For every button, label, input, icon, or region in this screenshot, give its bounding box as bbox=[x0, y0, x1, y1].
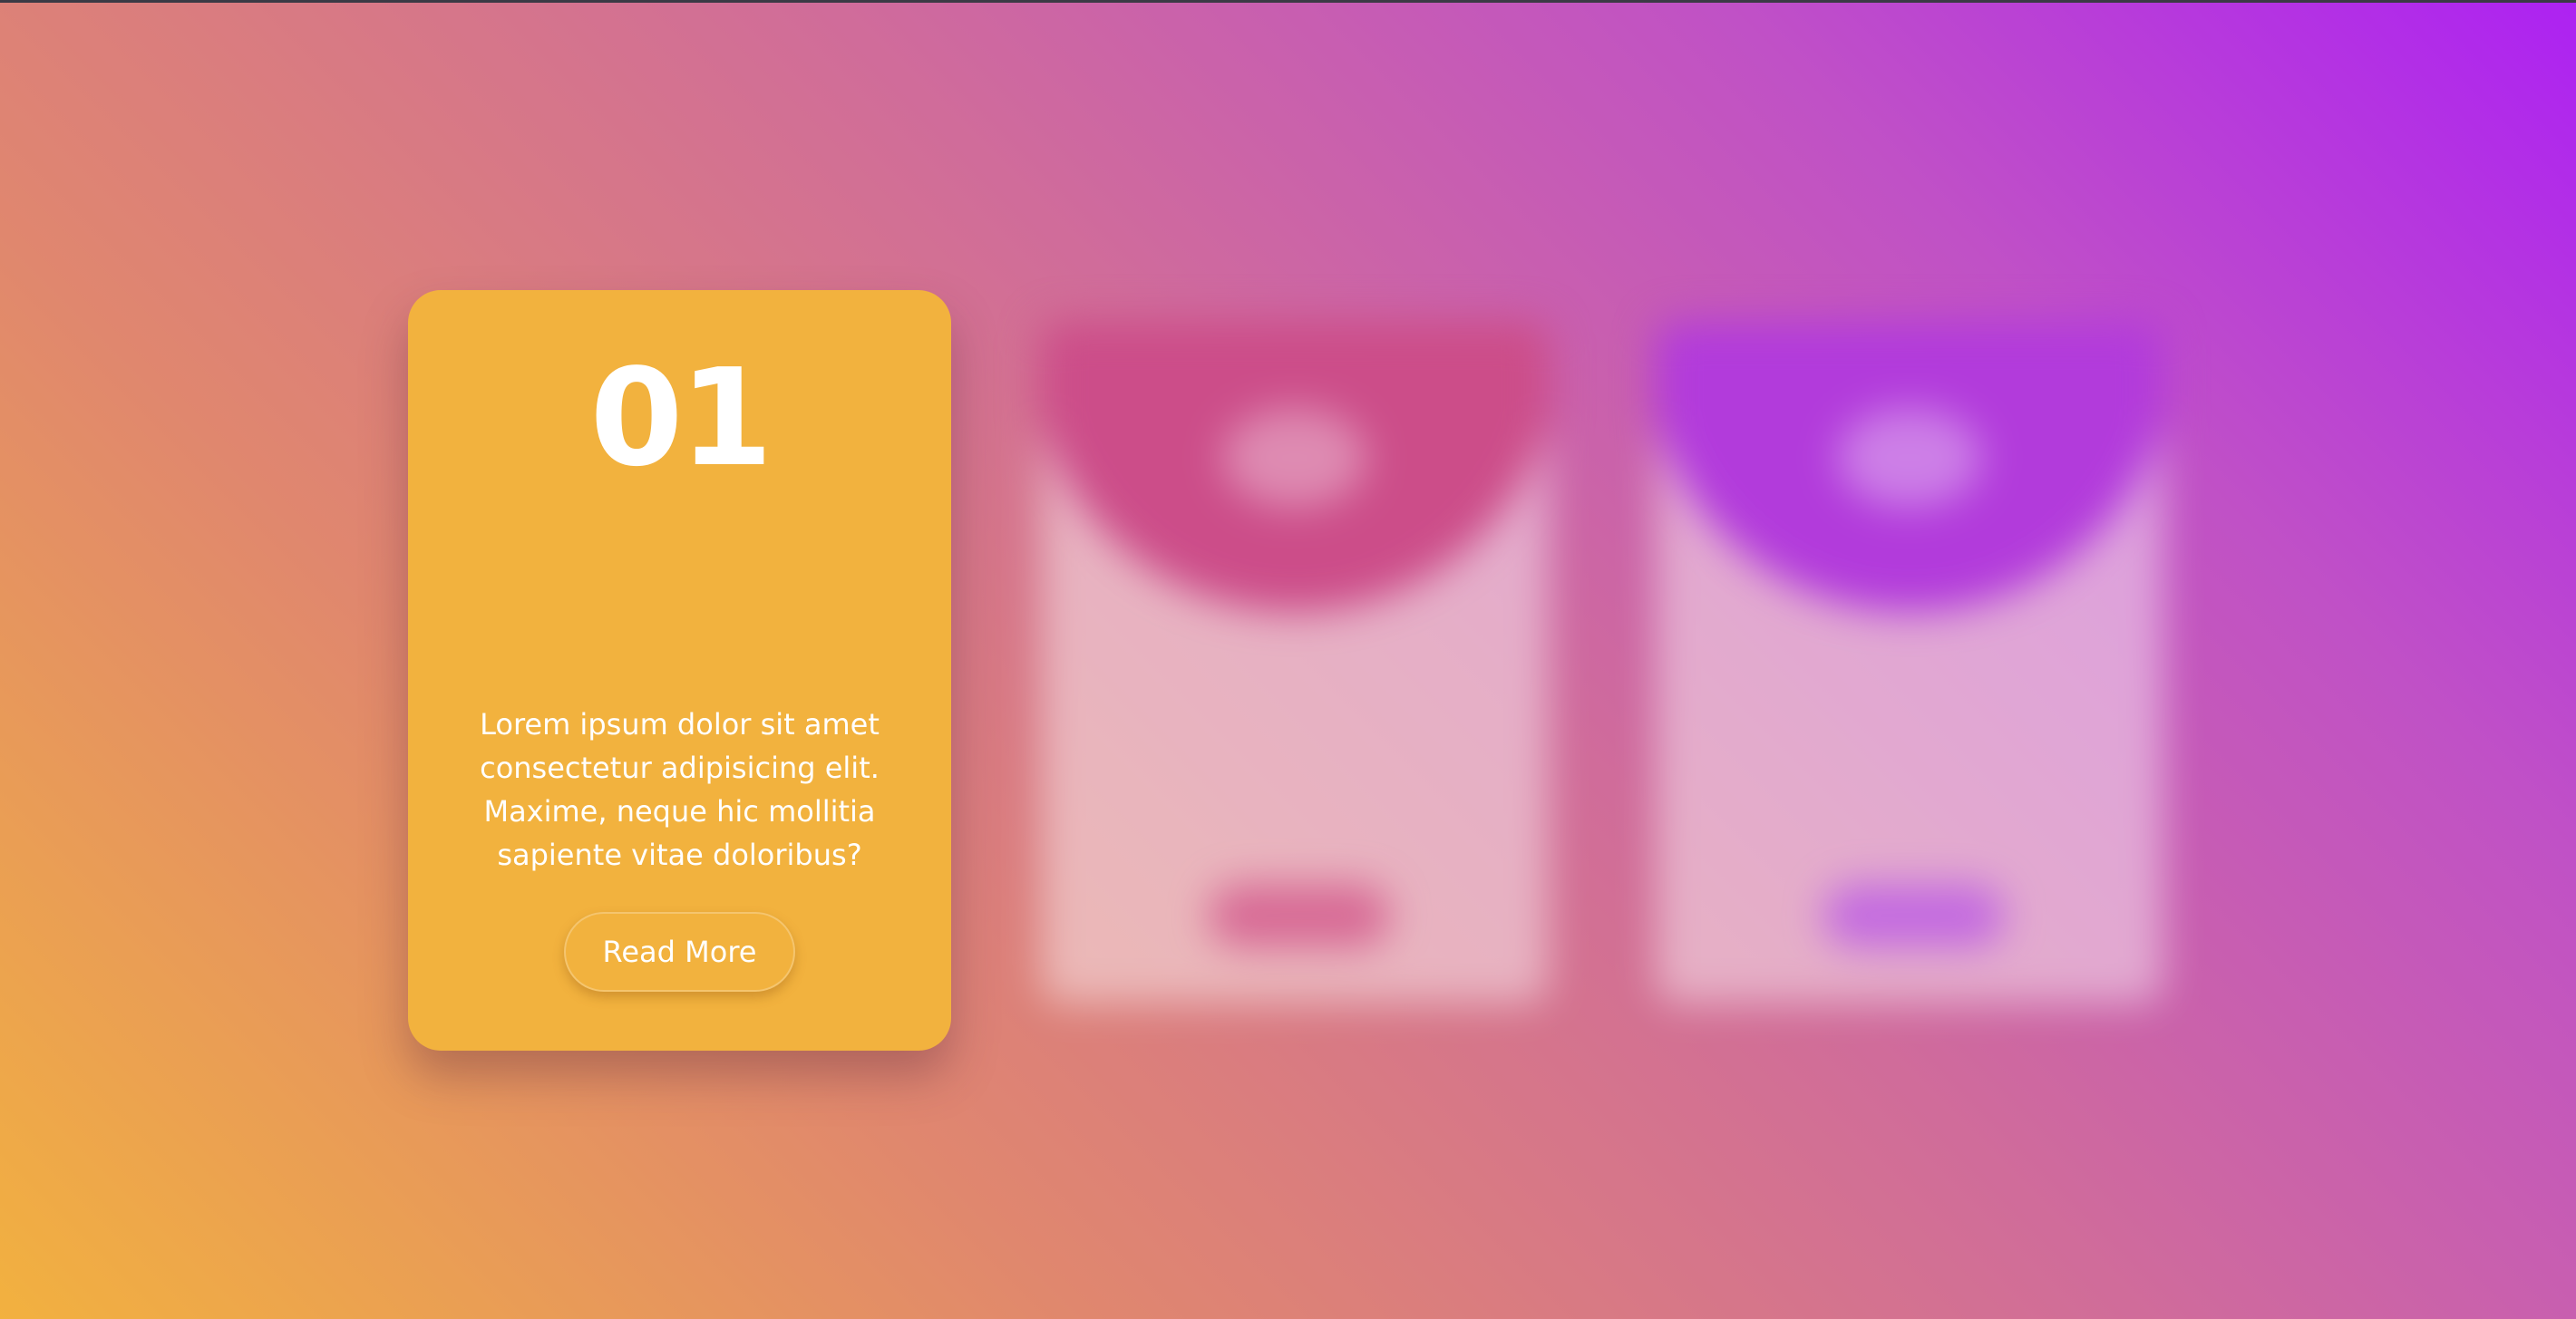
card-2-blurred[interactable] bbox=[1041, 322, 1549, 1004]
card-3-read-more-button[interactable] bbox=[1823, 884, 2005, 947]
card-1-number: 01 bbox=[589, 340, 773, 496]
card-2-number bbox=[1222, 408, 1367, 508]
top-border bbox=[0, 0, 2576, 3]
card-1: 01 Lorem ipsum dolor sit amet consectetu… bbox=[408, 290, 951, 1051]
card-3-number bbox=[1837, 408, 1982, 508]
card-2-read-more-button[interactable] bbox=[1209, 884, 1390, 947]
card-1-description: Lorem ipsum dolor sit amet consectetur a… bbox=[480, 707, 880, 872]
card-3-blurred[interactable] bbox=[1656, 322, 2163, 1004]
card-1-read-more-button[interactable]: Read More bbox=[564, 912, 795, 992]
